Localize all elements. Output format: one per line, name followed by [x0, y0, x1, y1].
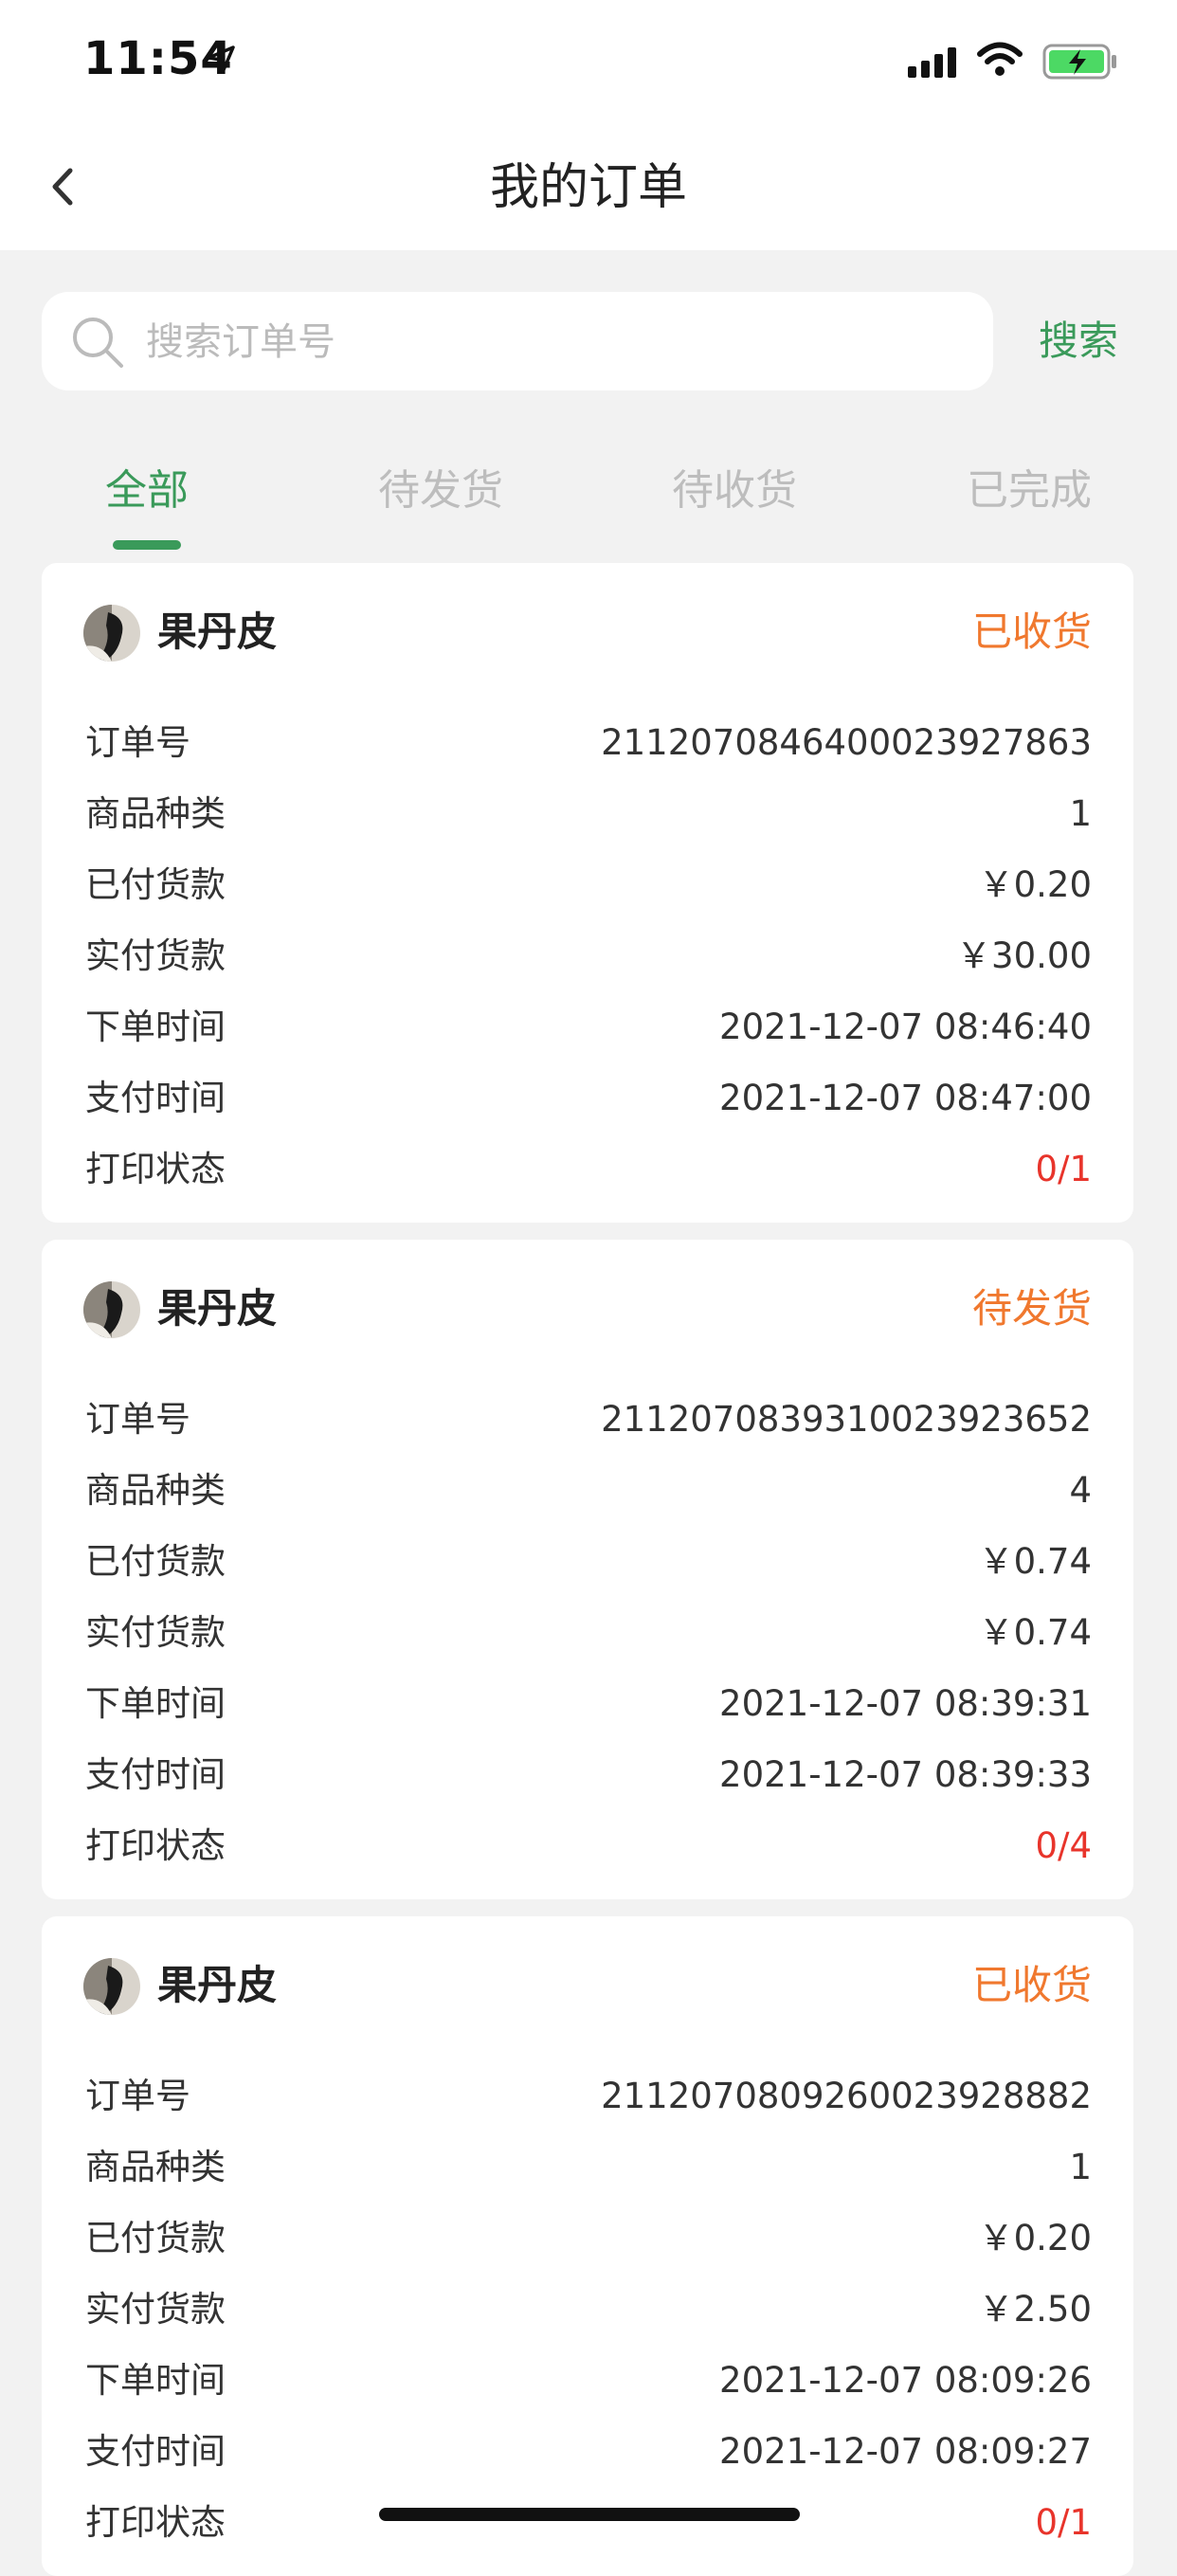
nav-bar: 我的订单 [0, 125, 1177, 250]
tab-active-indicator [113, 540, 181, 550]
status-bar: 11:54 [0, 0, 1177, 125]
detail-row-print-status: 打印状态 0/4 [85, 1818, 1092, 1889]
detail-row-paid-amount: 已付货款 ￥0.74 [85, 1533, 1092, 1605]
order-time-value: 2021-12-07 08:09:26 [719, 2360, 1092, 2401]
order-status-badge: 待发货 [971, 1285, 1092, 1332]
item-types-label: 商品种类 [85, 2147, 226, 2187]
payment-time-value: 2021-12-07 08:09:27 [719, 2431, 1092, 2472]
detail-row-actual-payment: 实付货款 ￥0.74 [85, 1605, 1092, 1676]
order-card[interactable]: 果丹皮 已收货订单号 211207080926002392888​2 商品种类 1 已付货… [42, 1916, 1133, 2576]
order-status-badge: 已收货 [971, 608, 1092, 655]
order-detail-rows: 订单号 211207083931002392365​2 商品种类 4 已付货款 ￥0.74… [85, 1391, 1092, 1889]
detail-row-payment-time: 支付时间 2021-12-07 08:47:00 [85, 1070, 1092, 1141]
detail-row-actual-payment: 实付货款 ￥30.00 [85, 928, 1092, 999]
cellular-signal-icon [908, 45, 959, 82]
actual-payment-value: ￥2.50 [978, 2289, 1092, 2330]
wifi-icon [976, 42, 1023, 82]
detail-row-actual-payment: 实付货款 ￥2.50 [85, 2281, 1092, 2352]
print-status-label: 打印状态 [85, 1825, 226, 1866]
payment-time-value: 2021-12-07 08:47:00 [719, 1078, 1092, 1118]
detail-row-payment-time: 支付时间 2021-12-07 08:09:27 [85, 2423, 1092, 2494]
paid-amount-value: ￥0.74 [978, 1541, 1092, 1582]
order-time-label: 下单时间 [85, 1007, 226, 1047]
detail-row-order-time: 下单时间 2021-12-07 08:09:26 [85, 2352, 1092, 2423]
detail-row-order-time: 下单时间 2021-12-07 08:39:31 [85, 1676, 1092, 1747]
detail-row-print-status: 打印状态 0/1 [85, 2494, 1092, 2566]
order-number-value: 211207083931002392365​2 [601, 1399, 1092, 1440]
order-number-label: 订单号 [85, 1399, 190, 1440]
tab-completed[interactable]: 已完成 [925, 453, 1133, 529]
tab-pending-receipt[interactable]: 待收货 [630, 453, 839, 529]
shop-name: 果丹皮 [157, 1962, 278, 2008]
order-time-value: 2021-12-07 08:39:31 [719, 1683, 1092, 1724]
detail-row-item-types: 商品种类 1 [85, 786, 1092, 857]
shop-avatar [83, 605, 140, 662]
location-arrow-icon [205, 44, 237, 80]
search-icon [70, 315, 125, 373]
detail-row-item-types: 商品种类 1 [85, 2139, 1092, 2210]
battery-charging-icon [1042, 44, 1118, 83]
item-types-label: 商品种类 [85, 1470, 226, 1511]
print-status-label: 打印状态 [85, 2502, 226, 2543]
search-input[interactable] [144, 292, 963, 392]
home-indicator [379, 2508, 800, 2521]
order-time-value: 2021-12-07 08:46:40 [719, 1007, 1092, 1047]
detail-row-item-types: 商品种类 4 [85, 1462, 1092, 1533]
order-card[interactable]: 果丹皮 待发货订单号 211207083931002392365​2 商品种类 4 已付货… [42, 1240, 1133, 1899]
tab-all[interactable]: 全部 [43, 453, 251, 529]
actual-payment-label: 实付货款 [85, 2289, 226, 2330]
item-types-value: 4 [1069, 1470, 1092, 1511]
detail-row-order-time: 下单时间 2021-12-07 08:46:40 [85, 999, 1092, 1070]
search-button[interactable]: 搜索 [1039, 313, 1118, 370]
order-card[interactable]: 果丹皮 已收货订单号 211207084640002392786​3 商品种类 1 已付货… [42, 563, 1133, 1223]
print-status-value: 0/1 [1035, 2502, 1092, 2543]
print-status-label: 打印状态 [85, 1149, 226, 1189]
paid-amount-label: 已付货款 [85, 2218, 226, 2259]
order-number-value: 211207084640002392786​3 [601, 722, 1092, 763]
order-number-value: 211207080926002392888​2 [601, 2076, 1092, 2116]
detail-row-order-number: 订单号 211207083931002392365​2 [85, 1391, 1092, 1462]
paid-amount-value: ￥0.20 [978, 2218, 1092, 2259]
order-tabs: 全部 待发货 待收货 已完成 [0, 453, 1177, 557]
shop-avatar [83, 1281, 140, 1338]
page-title: 我的订单 [489, 159, 687, 216]
shop-avatar [83, 1958, 140, 2015]
actual-payment-label: 实付货款 [85, 1612, 226, 1653]
order-detail-rows: 订单号 211207080926002392888​2 商品种类 1 已付货款 ￥0.20… [85, 2068, 1092, 2566]
payment-time-value: 2021-12-07 08:39:33 [719, 1754, 1092, 1795]
print-status-value: 0/4 [1035, 1825, 1092, 1866]
shop-name: 果丹皮 [157, 608, 278, 655]
order-number-label: 订单号 [85, 722, 190, 763]
actual-payment-label: 实付货款 [85, 935, 226, 976]
shop-name: 果丹皮 [157, 1285, 278, 1332]
actual-payment-value: ￥0.74 [978, 1612, 1092, 1653]
detail-row-paid-amount: 已付货款 ￥0.20 [85, 2210, 1092, 2281]
payment-time-label: 支付时间 [85, 1078, 226, 1118]
detail-row-paid-amount: 已付货款 ￥0.20 [85, 857, 1092, 928]
detail-row-order-number: 订单号 211207084640002392786​3 [85, 715, 1092, 786]
paid-amount-label: 已付货款 [85, 864, 226, 905]
print-status-value: 0/1 [1035, 1149, 1092, 1189]
order-time-label: 下单时间 [85, 1683, 226, 1724]
order-time-label: 下单时间 [85, 2360, 226, 2401]
order-detail-rows: 订单号 211207084640002392786​3 商品种类 1 已付货款 ￥0.20… [85, 715, 1092, 1212]
paid-amount-label: 已付货款 [85, 1541, 226, 1582]
item-types-label: 商品种类 [85, 793, 226, 834]
order-status-badge: 已收货 [971, 1962, 1092, 2008]
item-types-value: 1 [1069, 793, 1092, 834]
order-number-label: 订单号 [85, 2076, 190, 2116]
detail-row-print-status: 打印状态 0/1 [85, 1141, 1092, 1212]
detail-row-order-number: 订单号 211207080926002392888​2 [85, 2068, 1092, 2139]
tab-pending-shipment[interactable]: 待发货 [336, 453, 545, 529]
actual-payment-value: ￥30.00 [956, 935, 1092, 976]
item-types-value: 1 [1069, 2147, 1092, 2187]
search-box[interactable] [42, 292, 993, 392]
detail-row-payment-time: 支付时间 2021-12-07 08:39:33 [85, 1747, 1092, 1818]
payment-time-label: 支付时间 [85, 2431, 226, 2472]
payment-time-label: 支付时间 [85, 1754, 226, 1795]
paid-amount-value: ￥0.20 [978, 864, 1092, 905]
